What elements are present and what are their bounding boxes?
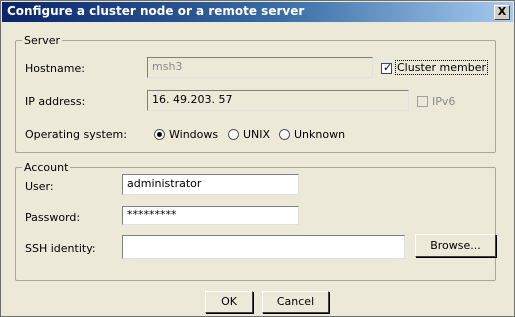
os-label: Operating system: (25, 128, 127, 141)
configure-dialog: Configure a cluster node or a remote ser… (0, 0, 515, 317)
cluster-member-checkbox[interactable]: ✓ (381, 61, 393, 74)
hostname-field[interactable]: msh3 (147, 57, 373, 78)
os-option-windows[interactable]: Windows (169, 128, 218, 141)
ipv6-label: IPv6 (432, 95, 456, 108)
server-legend: Server (24, 34, 61, 47)
ssh-identity-label: SSH identity: (25, 242, 96, 255)
radio-selected-dot (157, 132, 162, 137)
checkmark-icon: ✓ (383, 61, 393, 74)
ok-button[interactable]: OK (205, 291, 253, 313)
os-radio-windows[interactable] (154, 129, 165, 140)
hostname-label: Hostname: (25, 62, 85, 75)
dialog-title: Configure a cluster node or a remote ser… (7, 4, 305, 18)
title-bar[interactable]: Configure a cluster node or a remote ser… (2, 2, 513, 22)
os-option-unknown[interactable]: Unknown (294, 128, 345, 141)
cluster-member-label[interactable]: Cluster member (394, 60, 489, 75)
account-legend: Account (24, 161, 69, 174)
user-label: User: (25, 180, 54, 193)
ssh-identity-field[interactable] (122, 235, 405, 259)
os-radio-unknown[interactable] (279, 129, 290, 140)
os-option-unix[interactable]: UNIX (243, 128, 270, 141)
close-icon: X (497, 5, 507, 18)
password-field[interactable]: ********* (122, 206, 299, 225)
ipv6-checkbox[interactable] (417, 96, 428, 107)
browse-button[interactable]: Browse... (415, 234, 496, 257)
os-radio-unix[interactable] (228, 129, 239, 140)
close-button[interactable]: X (494, 5, 510, 20)
ip-address-field[interactable]: 16. 49.203. 57 (147, 90, 409, 111)
ip-address-label: IP address: (25, 95, 86, 108)
cancel-button[interactable]: Cancel (262, 291, 329, 313)
user-field[interactable]: administrator (122, 174, 299, 195)
password-label: Password: (25, 211, 81, 224)
